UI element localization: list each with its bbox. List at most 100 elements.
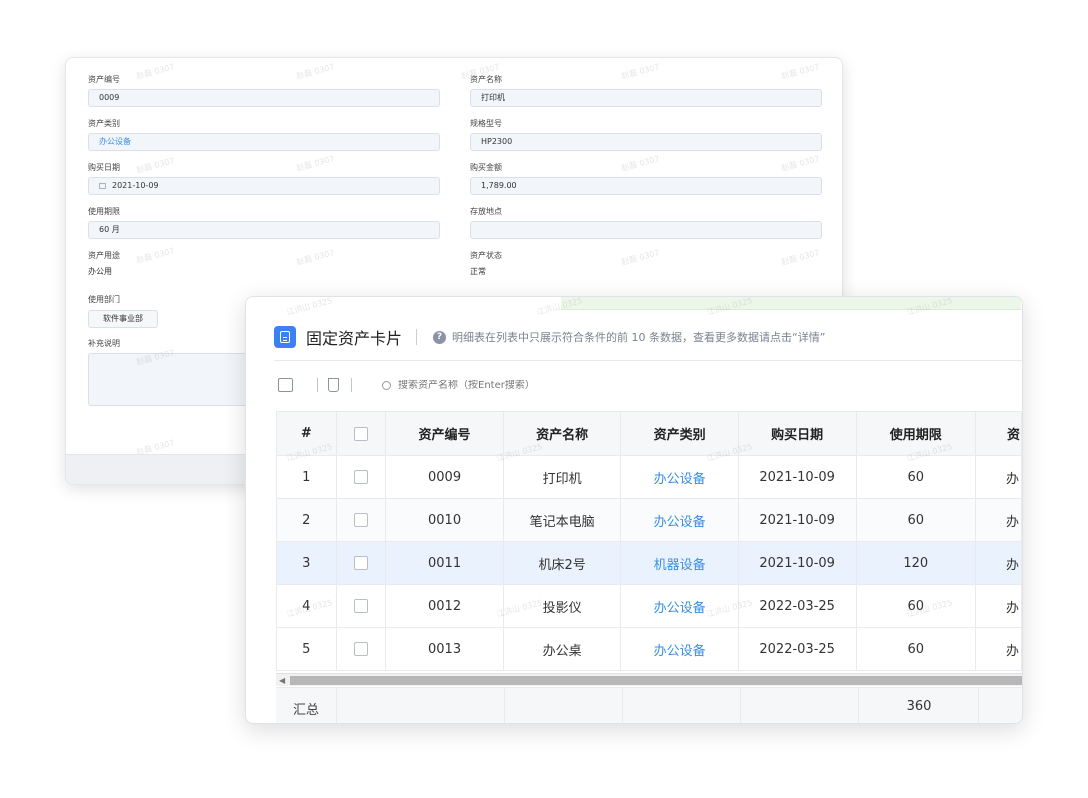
department-tag[interactable]: 软件事业部 xyxy=(88,310,158,328)
table-row[interactable]: 4 0012 投影仪 办公设备 2022-03-25 60 办 xyxy=(276,584,1022,628)
storage-location-input[interactable] xyxy=(470,221,822,239)
purchase-date-value: 2021-10-09 xyxy=(112,181,159,190)
field-asset-usage: 资产用途 办公用 xyxy=(88,250,440,277)
card-header: 固定资产卡片 ? 明细表在列表中只展示符合条件的前 10 条数据，查看更多数据请… xyxy=(274,325,825,349)
purchase-amount-input[interactable]: 1,789.00 xyxy=(470,177,822,195)
cell-code: 0012 xyxy=(385,584,504,628)
table-row[interactable]: 2 0010 笔记本电脑 办公设备 2021-10-09 60 办 xyxy=(276,498,1022,542)
row-checkbox[interactable] xyxy=(353,556,368,570)
horizontal-scrollbar[interactable]: ◀ xyxy=(276,673,1022,686)
summary-divider xyxy=(336,688,337,723)
status-strip xyxy=(561,297,1021,310)
row-index: 2 xyxy=(276,498,337,542)
card-title: 固定资产卡片 xyxy=(306,329,403,348)
cell-category-link[interactable]: 办公设备 xyxy=(620,584,739,628)
cell-name: 办公桌 xyxy=(502,627,622,671)
cell-category-link[interactable]: 办公设备 xyxy=(620,498,739,542)
col-header-category[interactable]: 资产类别 xyxy=(620,411,739,456)
cell-name: 笔记本电脑 xyxy=(502,498,622,542)
toolbar-separator xyxy=(317,378,318,392)
usage-term-input[interactable]: 60 月 xyxy=(88,221,440,239)
asset-code-input[interactable]: 0009 xyxy=(88,89,440,107)
cell-category-link[interactable]: 机器设备 xyxy=(620,541,739,585)
card-note: 明细表在列表中只展示符合条件的前 10 条数据，查看更多数据请点击“详情” xyxy=(452,331,826,344)
spec-model-input[interactable]: HP2300 xyxy=(470,133,822,151)
field-label: 资产状态 xyxy=(470,251,502,260)
row-select xyxy=(335,627,387,671)
row-checkbox[interactable] xyxy=(353,599,368,613)
table-row[interactable]: 1 0009 打印机 办公设备 2021-10-09 60 办 xyxy=(276,455,1022,499)
field-label: 资产用途 xyxy=(88,251,120,260)
field-label: 资产类别 xyxy=(88,119,120,128)
summary-divider xyxy=(740,688,741,723)
row-select xyxy=(335,455,387,499)
toolbar-separator xyxy=(351,378,352,392)
cell-truncated: 办 xyxy=(974,627,1022,671)
table-row-selected[interactable]: 3 0011 机床2号 机器设备 2021-10-09 120 办 xyxy=(276,541,1022,585)
watermark: 江洪山 0325 xyxy=(285,296,334,317)
field-purchase-amount: 购买金额 1,789.00 xyxy=(470,162,822,195)
table-row[interactable]: 5 0013 办公桌 办公设备 2022-03-25 60 办 xyxy=(276,627,1022,671)
row-index: 3 xyxy=(276,541,337,585)
notes-textarea[interactable] xyxy=(88,353,264,406)
cell-code: 0011 xyxy=(385,541,504,585)
field-label: 资产编号 xyxy=(88,75,120,84)
search-input[interactable] xyxy=(398,379,598,391)
row-index: 5 xyxy=(276,627,337,671)
cell-truncated: 办 xyxy=(974,541,1022,585)
field-label: 购买金额 xyxy=(470,163,502,172)
help-icon[interactable]: ? xyxy=(433,330,447,344)
export-icon[interactable] xyxy=(278,378,293,392)
summary-term-total: 360 xyxy=(906,699,932,714)
row-select xyxy=(335,541,387,585)
purchase-date-input[interactable]: 2021-10-09 xyxy=(88,177,440,195)
search-box xyxy=(382,379,598,391)
cell-category-link[interactable]: 办公设备 xyxy=(620,455,739,499)
cell-term: 60 xyxy=(855,498,976,542)
row-checkbox[interactable] xyxy=(353,642,368,656)
asset-card-panel: 固定资产卡片 ? 明细表在列表中只展示符合条件的前 10 条数据，查看更多数据请… xyxy=(245,296,1023,724)
col-header-name[interactable]: 资产名称 xyxy=(502,411,622,456)
col-header-term[interactable]: 使用期限 xyxy=(855,411,976,456)
asset-name-input[interactable]: 打印机 xyxy=(470,89,822,107)
cell-code: 0009 xyxy=(385,455,504,499)
col-header-code[interactable]: 资产编号 xyxy=(385,411,504,456)
row-checkbox[interactable] xyxy=(353,513,368,527)
field-asset-code: 资产编号 0009 xyxy=(88,74,440,107)
field-label: 存放地点 xyxy=(470,207,502,216)
calendar-icon xyxy=(99,183,106,189)
header-divider-line xyxy=(274,360,1022,361)
cell-category-link[interactable]: 办公设备 xyxy=(620,627,739,671)
col-header-index: # xyxy=(276,411,337,456)
asset-status-value: 正常 xyxy=(470,267,486,276)
asset-table: # 资产编号 资产名称 资产类别 购买日期 使用期限 资 1 0009 打印机 … xyxy=(276,411,1022,671)
table-header-row: # 资产编号 资产名称 资产类别 购买日期 使用期限 资 xyxy=(276,411,1022,456)
toolbar xyxy=(278,375,598,395)
row-index: 1 xyxy=(276,455,337,499)
summary-label: 汇总 xyxy=(292,703,319,718)
asset-category-select[interactable]: 办公设备 xyxy=(88,133,440,151)
row-select xyxy=(335,498,387,542)
scrollbar-thumb[interactable] xyxy=(290,676,1022,685)
field-label: 资产名称 xyxy=(470,75,502,84)
field-spec-model: 规格型号 HP2300 xyxy=(470,118,822,151)
field-asset-status: 资产状态 正常 xyxy=(470,250,822,277)
cell-term: 60 xyxy=(855,455,976,499)
cell-code: 0010 xyxy=(385,498,504,542)
field-label: 购买日期 xyxy=(88,163,120,172)
col-header-truncated[interactable]: 资 xyxy=(974,411,1022,456)
field-label: 使用期限 xyxy=(88,207,120,216)
filter-icon[interactable] xyxy=(328,378,339,392)
cell-truncated: 办 xyxy=(974,455,1022,499)
row-checkbox[interactable] xyxy=(353,470,368,484)
col-header-date[interactable]: 购买日期 xyxy=(737,411,857,456)
asset-usage-value: 办公用 xyxy=(88,267,112,276)
search-icon xyxy=(382,380,391,390)
field-asset-category: 资产类别 办公设备 xyxy=(88,118,440,151)
summary-divider xyxy=(504,688,505,723)
summary-divider xyxy=(622,688,623,723)
scroll-left-icon[interactable]: ◀ xyxy=(279,676,285,685)
field-asset-name: 资产名称 打印机 xyxy=(470,74,822,107)
cell-truncated: 办 xyxy=(974,584,1022,628)
select-all-checkbox[interactable] xyxy=(353,426,368,441)
